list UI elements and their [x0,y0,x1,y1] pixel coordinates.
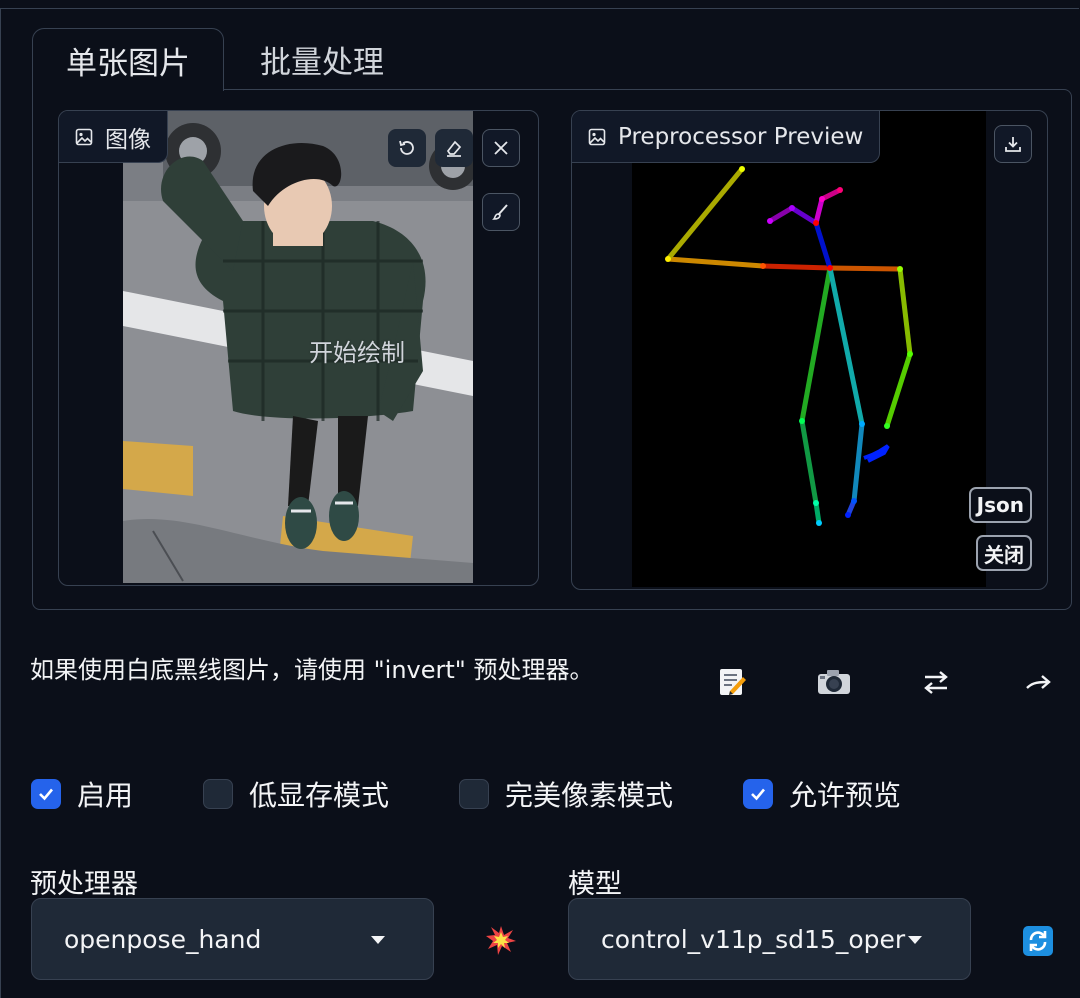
check-icon [751,788,765,801]
close-icon [494,141,508,155]
image-icon [75,128,93,145]
checkbox-enable-box[interactable] [31,779,61,809]
checkbox-pixel-perfect[interactable]: 完美像素模式 [459,776,673,812]
eraser-button[interactable] [435,129,473,167]
checkbox-lowvram-label: 低显存模式 [249,779,390,812]
checkbox-lowvram-box[interactable] [203,779,233,809]
preview-label: Preprocessor Preview [572,111,881,163]
swap-button[interactable] [918,664,954,700]
refresh-icon [1023,926,1053,956]
camera-icon [818,670,850,694]
explosion-icon [486,926,516,955]
checkbox-allow-preview-box[interactable] [743,779,773,809]
model-value: control_v11p_sd15_oper [601,924,906,954]
checkbox-allow-preview-label: 允许预览 [789,779,902,812]
image-label: 图像 [59,111,168,163]
send-button[interactable] [1020,664,1056,700]
memo-icon [720,669,746,695]
tab-batch[interactable]: 批量处理 [232,28,412,90]
checkbox-allow-preview[interactable]: 允许预览 [743,776,901,812]
eraser-icon [446,140,462,157]
download-button[interactable] [994,125,1032,163]
pose-preview-canvas [632,111,986,587]
tab-single-image[interactable]: 单张图片 [32,28,224,91]
close-preview-button[interactable]: 关闭 [976,535,1032,571]
checkbox-pixel-perfect-box[interactable] [459,779,489,809]
json-button[interactable]: Json [968,487,1032,523]
image-label-text: 图像 [105,126,151,153]
clear-image-button[interactable] [482,129,520,167]
undo-button[interactable] [388,129,426,167]
refresh-models-button[interactable] [1021,924,1055,958]
edit-button[interactable] [714,664,750,700]
undo-icon [399,140,414,155]
checkbox-pixel-perfect-label: 完美像素模式 [505,779,674,812]
swap-icon [924,671,948,694]
preprocessor-label: 预处理器 [30,869,138,900]
checkbox-lowvram[interactable]: 低显存模式 [203,776,389,812]
brush-icon [492,204,508,220]
brush-button[interactable] [482,193,520,231]
chevron-down-icon [908,936,922,944]
checkbox-enable[interactable]: 启用 [31,776,133,812]
check-icon [39,788,53,801]
image-icon [588,128,606,145]
preprocessor-select[interactable]: openpose_hand [31,898,434,980]
preprocessor-value: openpose_hand [64,924,262,954]
checkbox-enable-label: 启用 [77,779,134,812]
photo-canvas[interactable]: 开始绘制 [123,111,473,583]
model-label: 模型 [568,869,622,900]
canvas-hint: 开始绘制 [309,339,405,367]
model-select[interactable]: control_v11p_sd15_oper [568,898,971,980]
invert-hint: 如果使用白底黑线图片，请使用 "invert" 预处理器。 [30,656,594,684]
camera-button[interactable] [816,664,852,700]
pose-skeleton [665,166,913,526]
send-arrow-icon [1026,675,1051,689]
preprocessor-preview-box: Preprocessor Preview Json 关闭 [571,110,1048,590]
tab-panel: 图像 开始绘制 Preprocessor Preview Json 关闭 [32,89,1072,610]
run-preprocessor-button[interactable] [483,922,519,958]
preview-label-text: Preprocessor Preview [618,123,864,150]
chevron-down-icon [371,936,385,944]
image-input-box: 图像 开始绘制 [58,110,539,586]
person-photo [123,111,473,583]
download-icon [1005,137,1021,152]
